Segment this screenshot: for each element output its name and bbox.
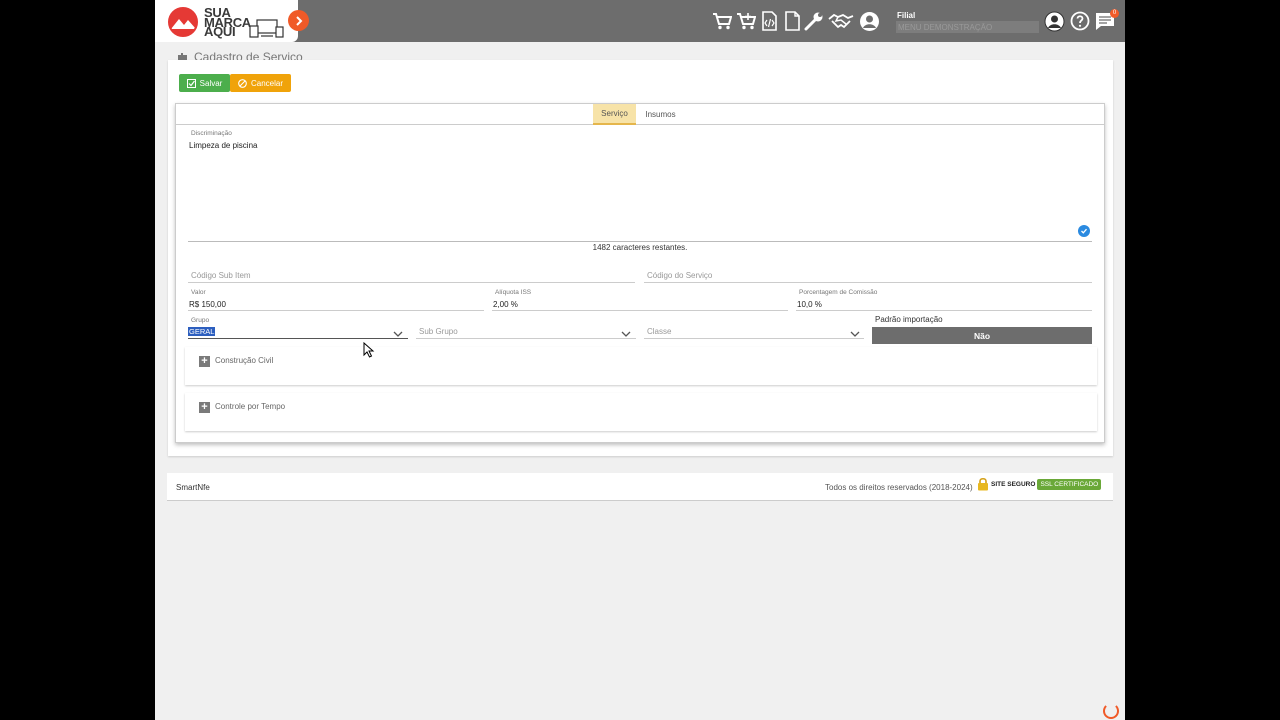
grupo-label: Grupo [191, 317, 210, 324]
comissao-label: Porcentagem de Comissão [799, 289, 878, 296]
code-document-icon[interactable] [758, 10, 780, 32]
cart-add-icon[interactable] [735, 10, 757, 32]
help-icon[interactable] [1069, 10, 1091, 32]
ssl-badge: SSL CERTIFICADO [1037, 478, 1102, 490]
chevron-down-icon[interactable] [621, 330, 631, 338]
codigo-sub-item-input[interactable]: Código Sub Item [191, 271, 251, 280]
padrao-importacao-label: Padrão importação [875, 315, 943, 324]
handshake-icon[interactable] [827, 10, 855, 32]
lock-icon [978, 477, 988, 491]
check-square-icon [186, 78, 196, 88]
document-icon[interactable] [781, 10, 803, 32]
sidebar-toggle-button[interactable] [288, 10, 309, 31]
loading-spinner-icon [1103, 703, 1119, 719]
filial-select[interactable] [896, 21, 1039, 33]
valor-input[interactable]: R$ 150,00 [189, 300, 226, 309]
footer: SmartNfe Todos os direitos reservados (2… [167, 473, 1113, 501]
profile-icon[interactable] [1043, 10, 1065, 32]
chevron-down-icon[interactable] [850, 330, 860, 338]
tab-insumos[interactable]: Insumos [639, 104, 682, 125]
chevron-right-icon [295, 15, 302, 26]
chevron-down-icon[interactable] [393, 330, 403, 338]
app-window: SUA MARCA AQUI Filial MENU DEMONSTRAÇÃO … [155, 0, 1125, 720]
spellcheck-icon [1078, 225, 1090, 237]
wrench-icon[interactable] [803, 10, 825, 32]
comissao-input[interactable]: 10,0 % [797, 300, 822, 309]
logo[interactable]: SUA MARCA AQUI [155, 0, 298, 42]
section-controle-por-tempo[interactable]: + Controle por Tempo [185, 393, 1097, 431]
filial-label: Filial [897, 11, 916, 20]
cart-icon[interactable] [711, 10, 733, 32]
discriminacao-label: Discriminação [191, 130, 232, 137]
security-seal: SITE SEGURO SSL CERTIFICADO [977, 477, 1102, 491]
padrao-importacao-toggle[interactable]: Não [872, 327, 1092, 344]
logo-text: SUA MARCA AQUI [204, 5, 251, 39]
aliquota-input[interactable]: 2,00 % [493, 300, 518, 309]
tab-bar: Serviço Insumos [176, 104, 1104, 125]
subgrupo-select[interactable]: Sub Grupo [419, 327, 458, 336]
notification-badge: 0 [1110, 9, 1119, 18]
grupo-select[interactable]: GERAL [188, 327, 216, 336]
char-counter: 1482 caracteres restantes. [592, 243, 688, 252]
cancel-button[interactable]: Cancelar [230, 74, 291, 92]
footer-brand: SmartNfe [176, 483, 210, 492]
plus-icon[interactable]: + [199, 402, 210, 413]
section-label: Controle por Tempo [215, 402, 286, 411]
ban-icon [238, 78, 247, 88]
save-button[interactable]: Salvar [179, 74, 230, 92]
user-circle-icon[interactable] [858, 10, 880, 32]
discriminacao-value: Limpeza de piscina [189, 141, 258, 150]
footer-copyright: Todos os direitos reservados (2018-2024) [825, 483, 973, 492]
logo-mark-icon [168, 7, 198, 37]
service-form-panel: Serviço Insumos Discriminação Limpeza de… [175, 103, 1105, 443]
mouse-cursor-icon [363, 342, 375, 358]
classe-select[interactable]: Classe [647, 327, 671, 336]
section-construcao-civil[interactable]: + Construção Civil [185, 347, 1097, 385]
codigo-servico-input[interactable]: Código do Serviço [647, 271, 712, 280]
tab-servico[interactable]: Serviço [593, 104, 636, 125]
section-label: Construção Civil [215, 356, 274, 365]
discriminacao-textarea[interactable]: Discriminação Limpeza de piscina [188, 128, 1092, 242]
main-card: Salvar Cancelar Serviço Insumos Discrimi… [168, 60, 1113, 456]
valor-label: Valor [191, 289, 206, 296]
plus-icon[interactable]: + [199, 356, 210, 367]
top-navbar: SUA MARCA AQUI Filial MENU DEMONSTRAÇÃO … [155, 0, 1125, 42]
devices-icon [249, 19, 284, 38]
aliquota-label: Alíquota ISS [495, 289, 532, 296]
